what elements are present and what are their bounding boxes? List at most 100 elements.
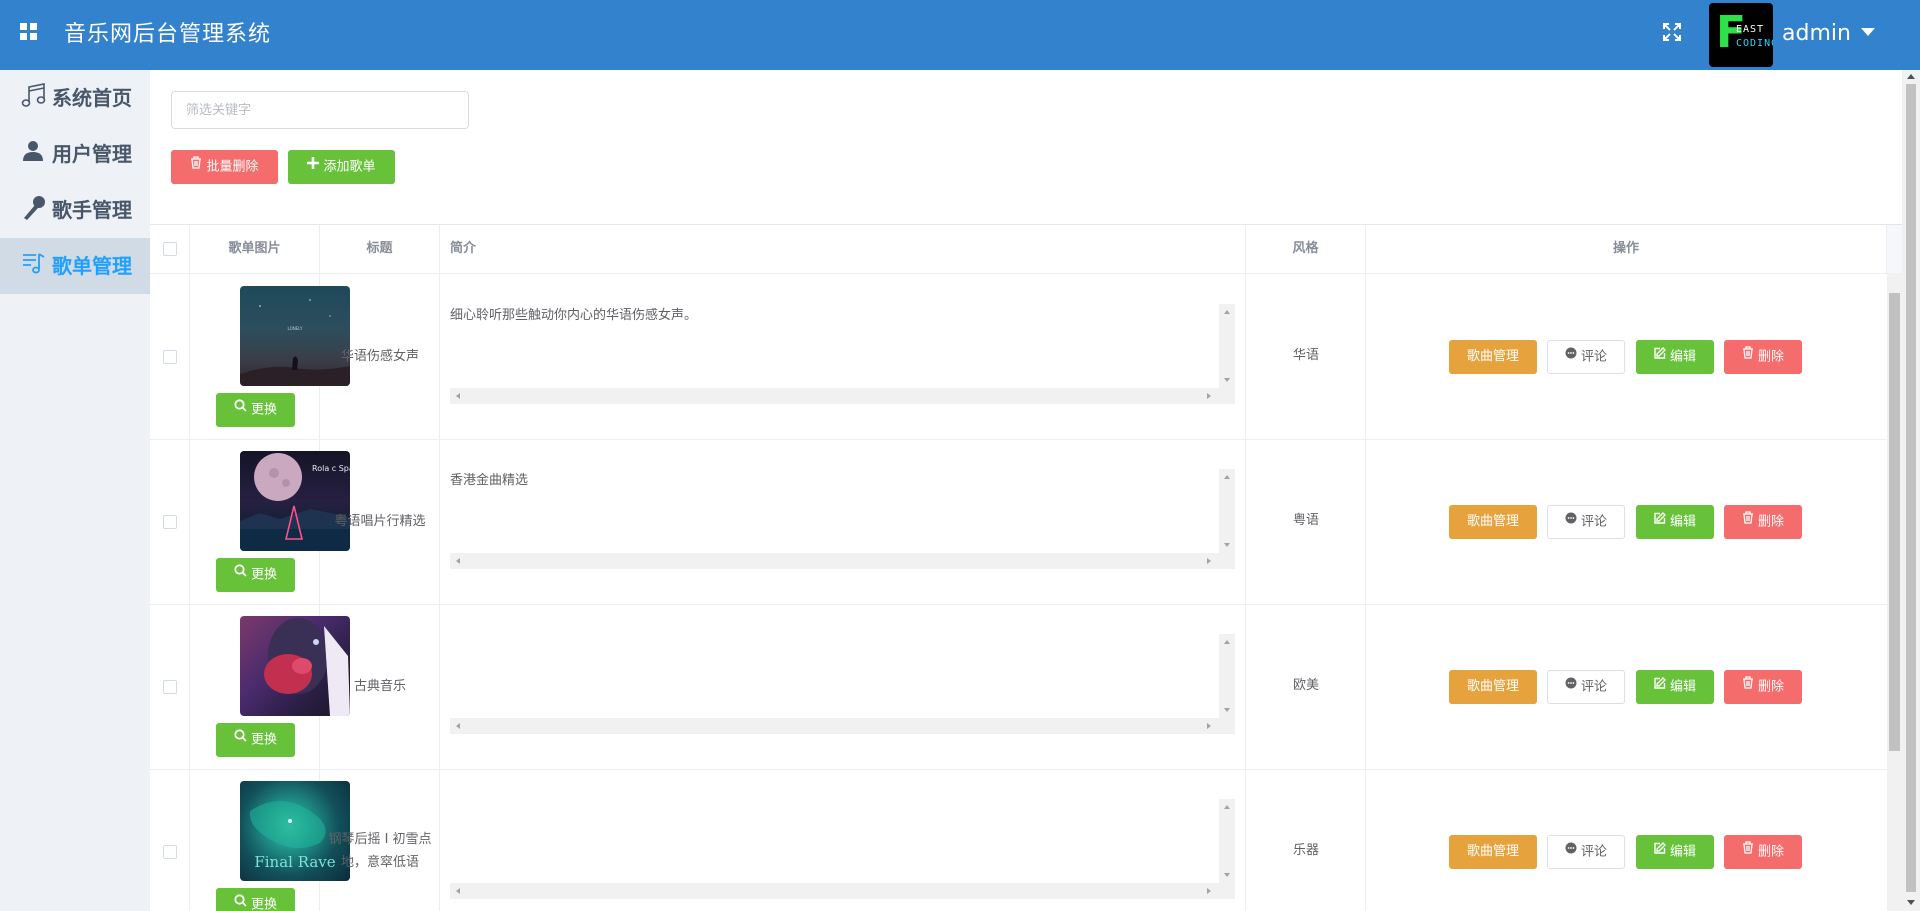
- sidebar-item-label: 歌单管理: [52, 254, 132, 278]
- manage-songs-button[interactable]: 歌曲管理: [1449, 505, 1537, 539]
- vertical-scrollbar[interactable]: [1219, 799, 1235, 883]
- comment-icon: [1565, 340, 1577, 372]
- description-textarea[interactable]: 细心聆听那些触动你内心的华语伤感女声。: [450, 304, 1235, 404]
- table-row: Final Rave 更换 钢琴后摇 I 初雪点地，意窣低语 乐器 歌曲管理 评…: [150, 769, 1887, 911]
- select-cell: [150, 769, 190, 911]
- actions-cell: 歌曲管理 评论 编辑 删除: [1366, 604, 1887, 769]
- cover-cell: Rola c Space 更换: [190, 439, 350, 604]
- actions-cell: 歌曲管理 评论 编辑 删除: [1366, 769, 1887, 911]
- change-cover-button[interactable]: 更换: [216, 558, 295, 592]
- change-cover-button[interactable]: 更换: [216, 723, 295, 757]
- vertical-scrollbar[interactable]: [1219, 469, 1235, 553]
- edit-button[interactable]: 编辑: [1636, 670, 1714, 704]
- caret-down-icon: [1860, 28, 1875, 36]
- edit-label: 编辑: [1669, 679, 1696, 695]
- sidebar: 系统首页 用户管理 歌手管理 歌单管理: [0, 70, 150, 911]
- search-icon: [234, 557, 247, 591]
- comment-label: 评论: [1580, 349, 1607, 365]
- style-cell: 欧美: [1246, 604, 1366, 769]
- horizontal-scrollbar[interactable]: [450, 388, 1235, 404]
- horizontal-scrollbar[interactable]: [450, 553, 1235, 569]
- sidebar-item-singers[interactable]: 歌手管理: [0, 182, 150, 238]
- table-row: 更换 古典音乐 欧美 歌曲管理 评论 编辑 删除: [150, 604, 1887, 770]
- app-title: 音乐网后台管理系统: [64, 22, 272, 47]
- description-textarea[interactable]: [450, 799, 1235, 899]
- delete-button[interactable]: 删除: [1724, 670, 1802, 704]
- sidebar-item-users[interactable]: 用户管理: [0, 126, 150, 182]
- delete-button[interactable]: 删除: [1724, 340, 1802, 374]
- column-header: 简介: [440, 225, 1246, 273]
- horizontal-scrollbar[interactable]: [450, 883, 1235, 899]
- playlist-description: 细心聆听那些触动你内心的华语伤感女声。: [450, 308, 698, 323]
- cover-cell: 更换: [190, 604, 350, 769]
- add-playlist-button[interactable]: 添加歌单: [288, 150, 395, 184]
- grid-menu-icon[interactable]: [20, 23, 44, 47]
- horizontal-scrollbar[interactable]: [450, 718, 1235, 734]
- style-cell: 乐器: [1246, 769, 1366, 911]
- column-header: 风格: [1246, 225, 1366, 273]
- trash-icon: [1742, 669, 1754, 703]
- username-label: admin: [1782, 21, 1851, 46]
- manage-songs-button[interactable]: 歌曲管理: [1449, 835, 1537, 869]
- change-cover-button[interactable]: 更换: [216, 888, 295, 911]
- manage-songs-label: 歌曲管理: [1466, 844, 1519, 859]
- delete-label: 删除: [1757, 679, 1784, 695]
- playlist-title: 古典音乐: [353, 679, 406, 694]
- description-textarea[interactable]: [450, 634, 1235, 734]
- style-cell: 华语: [1246, 274, 1366, 439]
- vertical-scrollbar[interactable]: [1219, 304, 1235, 388]
- table-scrollbar-thumb[interactable]: [1889, 293, 1900, 751]
- table-scrollbar[interactable]: [1887, 273, 1902, 911]
- playlist-style: 乐器: [1292, 843, 1319, 858]
- avatar-text-bottom: CODING: [1736, 38, 1773, 49]
- add-playlist-label: 添加歌单: [323, 159, 376, 175]
- delete-button[interactable]: 删除: [1724, 505, 1802, 539]
- description-textarea[interactable]: 香港金曲精选: [450, 469, 1235, 569]
- comment-button[interactable]: 评论: [1547, 835, 1625, 869]
- delete-button[interactable]: 删除: [1724, 835, 1802, 869]
- playlist-style: 欧美: [1292, 678, 1319, 693]
- sidebar-item-home[interactable]: 系统首页: [0, 70, 150, 126]
- comment-icon: [1565, 835, 1577, 867]
- edit-button[interactable]: 编辑: [1636, 505, 1714, 539]
- column-header: 歌单图片: [190, 225, 320, 273]
- comment-button[interactable]: 评论: [1547, 340, 1625, 374]
- filter-input[interactable]: [171, 91, 469, 129]
- description-cell: 细心聆听那些触动你内心的华语伤感女声。: [440, 274, 1246, 439]
- row-checkbox[interactable]: [163, 680, 177, 694]
- comment-button[interactable]: 评论: [1547, 670, 1625, 704]
- table-row: Rola c Space 更换 粤语唱片行精选 香港金曲精选: [150, 439, 1887, 605]
- row-checkbox[interactable]: [163, 845, 177, 859]
- page-scrollbar-thumb[interactable]: [1906, 84, 1916, 892]
- trash-icon: [1742, 834, 1754, 868]
- description-cell: [440, 604, 1246, 769]
- user-dropdown[interactable]: admin: [1782, 18, 1875, 50]
- sidebar-item-playlists[interactable]: 歌单管理: [0, 238, 150, 294]
- playlist-title: 华语伤感女声: [340, 349, 419, 364]
- change-cover-label: 更换: [250, 567, 277, 583]
- manage-songs-button[interactable]: 歌曲管理: [1449, 340, 1537, 374]
- comment-button[interactable]: 评论: [1547, 505, 1625, 539]
- edit-button[interactable]: 编辑: [1636, 340, 1714, 374]
- select-all-checkbox[interactable]: [163, 242, 177, 256]
- title-cell: 粤语唱片行精选: [320, 439, 440, 604]
- manage-songs-button[interactable]: 歌曲管理: [1449, 670, 1537, 704]
- avatar[interactable]: F EAST CODING: [1709, 3, 1773, 67]
- vertical-scrollbar[interactable]: [1219, 634, 1235, 718]
- avatar-text-top: EAST: [1736, 24, 1765, 35]
- sidebar-item-label: 用户管理: [52, 142, 132, 166]
- edit-button[interactable]: 编辑: [1636, 835, 1714, 869]
- delete-label: 删除: [1757, 844, 1784, 860]
- playlist-description: 香港金曲精选: [450, 473, 529, 488]
- page-scrollbar[interactable]: [1902, 70, 1920, 911]
- fullscreen-icon[interactable]: [1662, 22, 1686, 46]
- row-checkbox[interactable]: [163, 515, 177, 529]
- playlist-icon: [20, 250, 48, 278]
- delete-label: 删除: [1757, 349, 1784, 365]
- batch-delete-button[interactable]: 批量删除: [171, 150, 278, 184]
- row-checkbox[interactable]: [163, 350, 177, 364]
- playlist-title: 粤语唱片行精选: [334, 514, 426, 529]
- comment-label: 评论: [1580, 844, 1607, 860]
- change-cover-button[interactable]: 更换: [216, 393, 295, 427]
- column-header: 操作: [1366, 225, 1887, 273]
